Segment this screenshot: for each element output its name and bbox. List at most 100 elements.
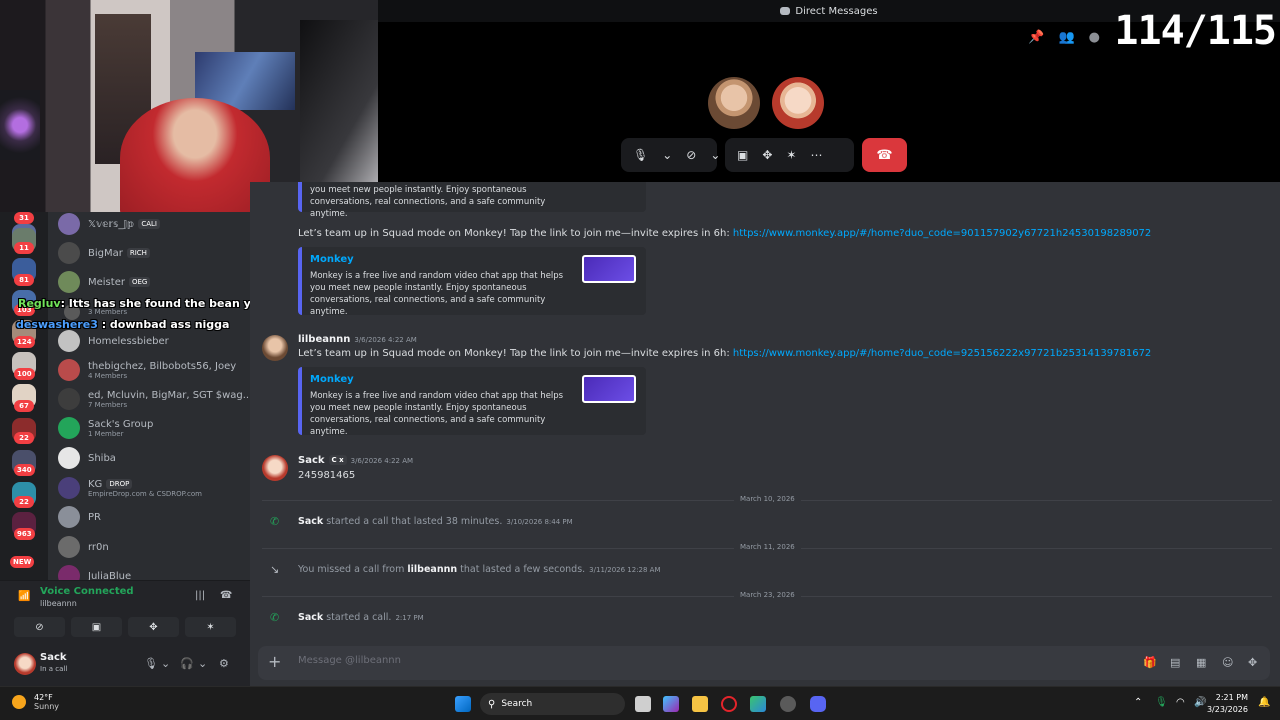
voice-status[interactable]: Voice Connected	[40, 586, 134, 597]
dm-item[interactable]: thebigchez, Bilbobots56, Joey 4 Members	[58, 355, 236, 385]
message-content: Let’s team up in Squad mode on Monkey! T…	[298, 228, 733, 239]
headphones-icon[interactable]: 🎧	[180, 657, 194, 670]
weather-widget[interactable]: 42°F Sunny	[12, 693, 59, 711]
dm-item[interactable]: Sack's Group 1 Member	[58, 413, 153, 443]
camera-off-icon[interactable]: ⊘	[686, 148, 696, 162]
soundboard-button[interactable]: ✶	[185, 617, 236, 637]
dm-item[interactable]: BigMar RICH	[58, 238, 150, 268]
dm-name: ed, Mcluvin, BigMar, SGT $wag...	[88, 389, 250, 401]
taskbar-search[interactable]: ⚲ Search	[480, 693, 625, 715]
embed-description: Monkey is a free live and random video c…	[310, 182, 563, 219]
microphone-tray-icon[interactable]: 🎙	[1155, 697, 1168, 708]
missed-call-icon: ↘	[270, 563, 280, 576]
invite-link[interactable]: https://www.monkey.app/#/home?duo_code=9…	[733, 228, 1151, 239]
screen-share-button[interactable]: ▣	[71, 617, 122, 637]
add-friend-icon[interactable]: 👥	[1058, 30, 1074, 45]
more-options-icon[interactable]: ⋯	[810, 148, 822, 162]
chevron-down-icon[interactable]: ⌄	[710, 148, 720, 162]
chevron-up-icon[interactable]: ⌃	[1134, 697, 1142, 708]
author-name[interactable]: lilbeannn	[298, 334, 350, 345]
embed-thumbnail[interactable]	[582, 375, 636, 403]
dm-item[interactable]: rr0n	[58, 532, 109, 562]
avatar[interactable]	[262, 455, 288, 481]
participant-avatar-lilbeannn[interactable]	[708, 77, 760, 129]
screen: Direct Messages 📌 👥 ● 🎙 ⌄ ⊘ ⌄ ▣ ✥ ✶ ⋯ ☎ …	[0, 0, 1280, 720]
pin-icon[interactable]: 📌	[1028, 30, 1044, 45]
link-embed: Monkey Monkey is a free live and random …	[298, 247, 646, 317]
sticker-icon[interactable]: ▦	[1196, 656, 1206, 669]
voice-channel[interactable]: lilbeannn	[40, 599, 77, 608]
unread-badge: 963	[14, 528, 35, 540]
message-input[interactable]	[298, 655, 1098, 666]
embed-thumbnail[interactable]	[582, 255, 636, 283]
dm-name: Homelessbieber	[88, 335, 169, 347]
activity-button[interactable]: ✥	[128, 617, 179, 637]
embed-title[interactable]: Monkey	[310, 374, 354, 385]
unread-badge: 340	[14, 464, 35, 476]
unread-badge: 22	[14, 432, 34, 444]
system-user[interactable]: Sack	[298, 612, 323, 623]
message-timestamp: 3/6/2026 4:22 AM	[350, 457, 414, 465]
dm-item[interactable]: ed, Mcluvin, BigMar, SGT $wag... 7 Member…	[58, 384, 250, 414]
apps-icon[interactable]: ✥	[1248, 656, 1257, 669]
start-icon[interactable]	[455, 696, 471, 712]
microphone-icon[interactable]: 🎙	[633, 148, 648, 162]
soundboard-icon[interactable]: ✶	[786, 148, 796, 162]
chevron-down-icon[interactable]: ⌄	[662, 148, 672, 162]
dm-item[interactable]: JuliaBlue	[58, 561, 131, 580]
user-tag: C x	[328, 455, 347, 465]
dm-item[interactable]: KG DROP EmpireDrop.com & CSDROP.com	[58, 473, 202, 503]
dm-item[interactable]: 𝕏𝕧𝕖𝕣𝕤_𝕁𝕡 CALI	[58, 212, 160, 239]
task-view-icon[interactable]	[635, 696, 651, 712]
embed-title[interactable]: Monkey	[310, 254, 354, 265]
screen-share-icon[interactable]: ▣	[737, 148, 748, 162]
dm-members: 1 Member	[88, 429, 124, 438]
steam-icon[interactable]	[780, 696, 796, 712]
activities-icon[interactable]: ✥	[762, 148, 772, 162]
disconnect-call-button[interactable]: ☎	[862, 138, 907, 172]
notification-icon[interactable]: 🔔	[1258, 697, 1270, 708]
system-user[interactable]: Sack	[298, 516, 323, 527]
weather-temp: 42°F	[34, 693, 53, 702]
wifi-icon[interactable]: ◠	[1176, 697, 1185, 708]
webcam-person	[120, 98, 270, 212]
gift-icon[interactable]: 🎁	[1143, 656, 1157, 669]
author-name[interactable]: Sack	[298, 455, 325, 466]
avatar[interactable]	[262, 335, 288, 361]
message-composer: + 🎁 ▤ ▦ ☺ ✥	[258, 646, 1270, 680]
opera-icon[interactable]	[721, 696, 737, 712]
dm-members: 7 Members	[88, 400, 128, 409]
clock[interactable]: 2:21 PM 3/23/2026	[1207, 692, 1248, 716]
add-attachment-icon[interactable]: +	[268, 652, 281, 671]
dm-item[interactable]: PR	[58, 502, 101, 532]
system-text: that lasted a few seconds.	[457, 564, 586, 575]
camera-toggle-button[interactable]: ⊘	[14, 617, 65, 637]
invite-link[interactable]: https://www.monkey.app/#/home?duo_code=9…	[733, 348, 1151, 359]
file-explorer-icon[interactable]	[692, 696, 708, 712]
profile-icon[interactable]: ●	[1089, 30, 1100, 45]
microphone-icon[interactable]: 🎙	[144, 657, 158, 670]
chevron-down-icon[interactable]: ⌄	[161, 657, 170, 670]
gif-icon[interactable]: ▤	[1170, 656, 1180, 669]
unread-badge: 67	[14, 400, 34, 412]
participant-avatar-sack[interactable]	[772, 77, 824, 129]
noise-suppression-icon[interactable]: |||	[195, 590, 205, 601]
date-label: March 23, 2026	[734, 591, 801, 599]
dm-item[interactable]: Shiba	[58, 443, 116, 473]
discord-taskbar-icon[interactable]	[810, 696, 826, 712]
unread-badge: 31	[14, 212, 34, 224]
system-user[interactable]: lilbeannn	[407, 564, 457, 575]
volume-icon[interactable]: 🔊	[1194, 697, 1206, 708]
dm-name: thebigchez, Bilbobots56, Joey	[88, 360, 237, 372]
store-icon[interactable]	[750, 696, 766, 712]
dm-item[interactable]: Meister OEG	[58, 267, 151, 297]
message-timestamp: 3/10/2026 8:44 PM	[506, 518, 573, 526]
avatar[interactable]	[14, 653, 36, 675]
settings-gear-icon[interactable]: ⚙	[219, 657, 229, 670]
chevron-down-icon[interactable]: ⌄	[198, 657, 207, 670]
avatar	[58, 417, 80, 439]
copilot-icon[interactable]	[663, 696, 679, 712]
disconnect-icon[interactable]: ☎	[220, 590, 232, 601]
emoji-icon[interactable]: ☺	[1222, 656, 1233, 669]
chat-text: : downbad ass nigga	[97, 318, 230, 331]
